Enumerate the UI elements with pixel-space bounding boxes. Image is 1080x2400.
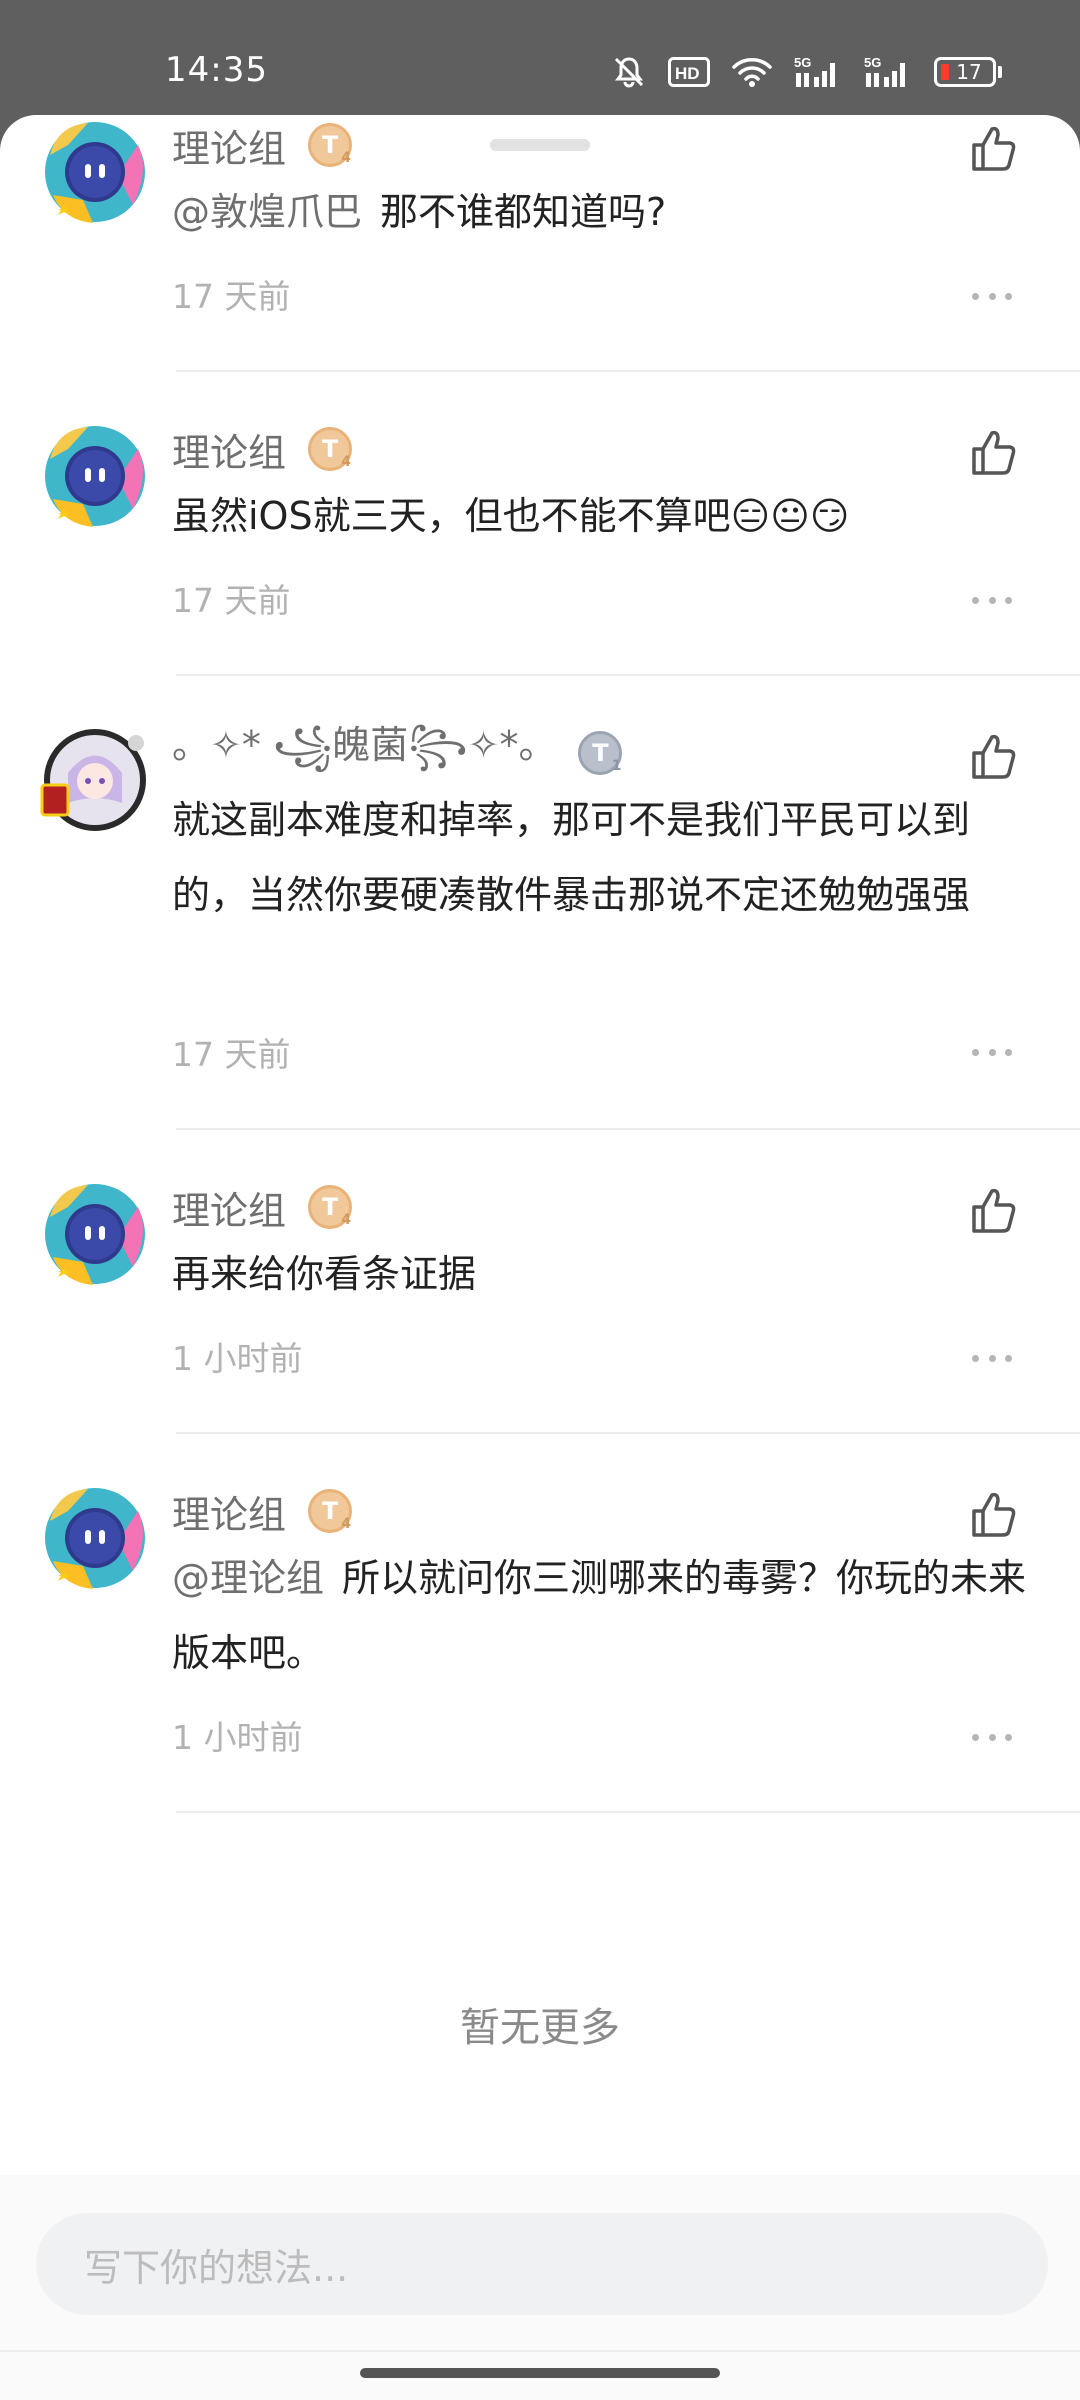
comment-text: @理论组 所以就问你三测哪来的毒雾？你玩的未来版本吧。: [172, 1541, 1042, 1691]
clock: 14:35: [165, 50, 268, 90]
level-badge-icon: T4: [308, 427, 353, 471]
robot-avatar-icon: [45, 1184, 145, 1285]
level-badge-icon: T4: [308, 123, 353, 167]
hd-icon: HD: [668, 57, 710, 87]
no-more-label: 暂无更多: [460, 2005, 620, 2051]
comment-body: 那不谁都知道吗?: [380, 190, 667, 234]
more-options-icon[interactable]: [972, 1731, 1012, 1743]
divider: [0, 2350, 1080, 2352]
svg-text:HD: HD: [675, 64, 700, 83]
comment-text: 就这副本难度和掉率，那可不是我们平民可以到的，当然你要硬凑散件暴击那说不定还勉勉…: [172, 783, 1042, 933]
more-options-icon[interactable]: [972, 1352, 1012, 1364]
status-bar: 14:35 HD 5G 5G 17: [0, 0, 1080, 130]
comment-time: 17 天前: [172, 581, 291, 620]
thumbs-up-icon[interactable]: [968, 1185, 1018, 1235]
badge-letter: T: [321, 1497, 339, 1525]
thumbs-up-icon[interactable]: [968, 1489, 1018, 1539]
mention-link[interactable]: @敦煌爪巴: [172, 190, 362, 234]
comment-text: @敦煌爪巴 那不谁都知道吗?: [172, 175, 1042, 250]
level-badge-icon: T4: [308, 1185, 353, 1229]
svg-text:5G: 5G: [794, 55, 811, 70]
badge-letter: T: [321, 435, 339, 463]
comment-time: 1 小时前: [172, 1718, 303, 1757]
level-badge-icon: T4: [308, 1489, 353, 1533]
avatar[interactable]: [38, 1481, 152, 1595]
status-icons: HD 5G 5G 17: [612, 52, 1002, 92]
comment-input[interactable]: 写下你的想法...: [36, 2213, 1048, 2315]
input-placeholder: 写下你的想法...: [84, 2245, 349, 2290]
comment-time: 1 小时前: [172, 1339, 303, 1378]
svg-text:5G: 5G: [864, 55, 881, 70]
mention-link[interactable]: @理论组: [172, 1556, 324, 1600]
divider: [176, 370, 1080, 372]
comment-body: 就这副本难度和掉率，那可不是我们平民可以到的，当然你要硬凑散件暴击那说不定还勉勉…: [172, 798, 971, 917]
username[interactable]: 理论组: [172, 422, 286, 477]
sheet-drag-handle[interactable]: [490, 139, 590, 151]
robot-avatar-icon: [45, 426, 145, 527]
anime-girl-avatar-icon: [40, 729, 146, 831]
comment-body: 虽然iOS就三天，但也不能不算吧😑😐😏: [172, 494, 850, 538]
battery-icon: 17: [934, 57, 1002, 87]
thumbs-up-icon[interactable]: [968, 731, 1018, 781]
level-badge-icon: T1: [578, 731, 623, 775]
username[interactable]: 理论组: [172, 118, 286, 173]
badge-letter: T: [321, 131, 339, 159]
comment-text: 再来给你看条证据: [172, 1237, 1042, 1312]
signal-5g-icon-2: 5G: [864, 55, 912, 89]
comment-body: 再来给你看条证据: [172, 1252, 477, 1296]
more-options-icon[interactable]: [972, 594, 1012, 606]
divider: [176, 1432, 1080, 1434]
mute-bell-icon: [612, 55, 646, 89]
battery-level: 17: [956, 60, 982, 84]
home-indicator[interactable]: [360, 2368, 720, 2378]
badge-letter: T: [592, 739, 609, 767]
divider: [176, 1128, 1080, 1130]
more-options-icon[interactable]: [972, 290, 1012, 302]
username[interactable]: 理论组: [172, 1180, 286, 1235]
divider: [176, 674, 1080, 676]
comment-text: 虽然iOS就三天，但也不能不算吧😑😐😏: [172, 479, 1042, 554]
avatar[interactable]: [38, 1177, 152, 1291]
signal-5g-icon: 5G: [794, 55, 842, 89]
avatar[interactable]: [38, 419, 152, 533]
comment-input-bar: 写下你的想法...: [0, 2175, 1080, 2400]
badge-letter: T: [321, 1193, 339, 1221]
divider: [176, 1811, 1080, 1813]
robot-avatar-icon: [45, 122, 145, 223]
comment-time: 17 天前: [172, 1035, 291, 1074]
username[interactable]: 。✧* ꧁魄菌꧂✧*。: [172, 714, 556, 793]
avatar[interactable]: [38, 115, 152, 229]
thumbs-up-icon[interactable]: [968, 427, 1018, 477]
comment-time: 17 天前: [172, 277, 291, 316]
robot-avatar-icon: [45, 1488, 145, 1589]
avatar[interactable]: [38, 723, 152, 837]
wifi-icon: [732, 56, 772, 88]
thumbs-up-icon[interactable]: [968, 123, 1018, 173]
username[interactable]: 理论组: [172, 1484, 286, 1539]
comments-sheet: 理论组 T4 @敦煌爪巴 那不谁都知道吗? 17 天前 理论组 T 4 虽然iO…: [0, 115, 1080, 2400]
more-options-icon[interactable]: [972, 1046, 1012, 1058]
